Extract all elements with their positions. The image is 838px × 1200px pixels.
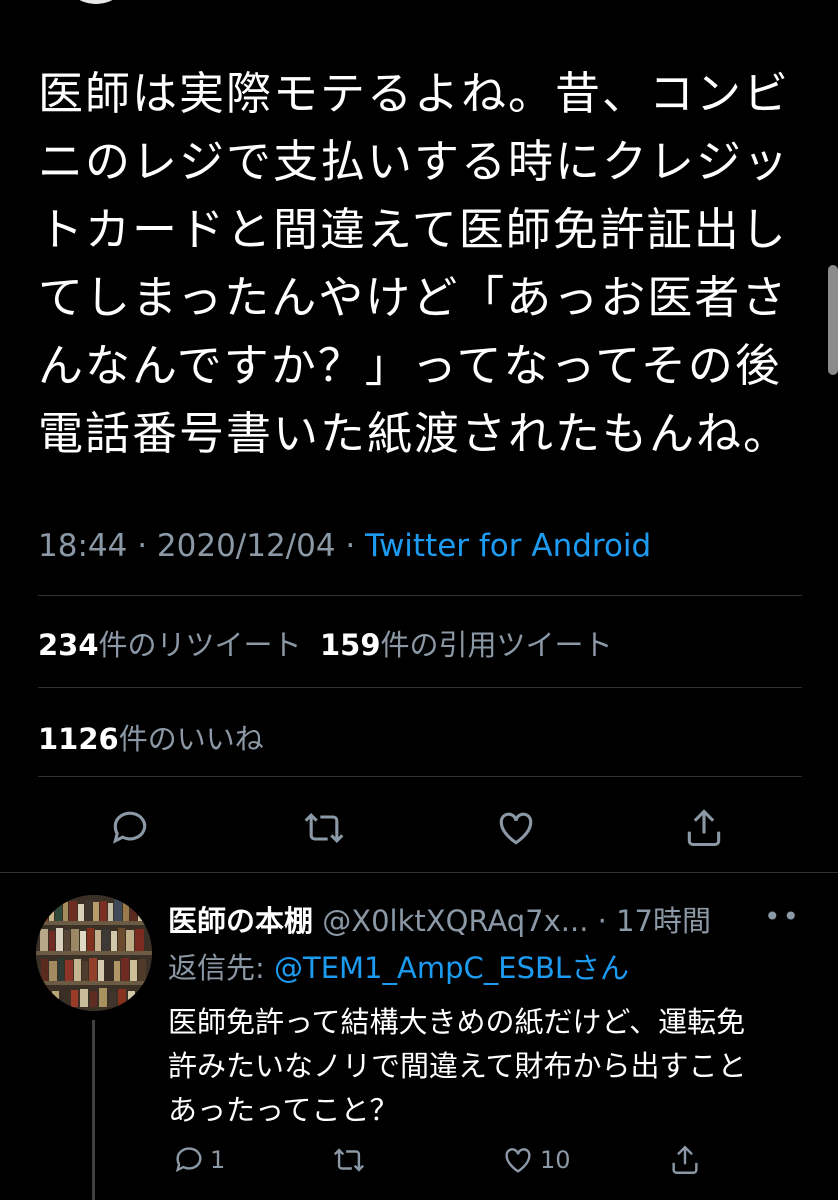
reply-to-mention[interactable]: @TEM1_AmpC_ESBLさん bbox=[274, 951, 629, 985]
divider bbox=[38, 595, 802, 596]
reply-line: 医師免許って結構大きめの紙だけど、運転免 bbox=[168, 1005, 746, 1039]
thread-line bbox=[92, 1020, 95, 1200]
share-icon bbox=[672, 1145, 698, 1174]
reply-text: 医師免許って結構大きめの紙だけど、運転免 許みたいなノリで間違えて財布から出すこ… bbox=[168, 1000, 808, 1132]
retweet-icon bbox=[304, 812, 344, 844]
retweet-stats[interactable]: 234件のリツイート 159件の引用ツイート bbox=[38, 622, 613, 664]
reply-time: · 17時間 bbox=[588, 904, 712, 938]
author-avatar[interactable] bbox=[60, 0, 132, 4]
divider bbox=[38, 776, 802, 777]
tweet-line: 電話番号書いた紙渡されたもんね。 bbox=[38, 407, 791, 460]
tweet-meta: 18:44 · 2020/12/04 · Twitter for Android bbox=[38, 528, 651, 564]
reply-author-handle[interactable]: @X0lktXQRAq7x... bbox=[313, 904, 588, 938]
retweet-button[interactable] bbox=[296, 800, 352, 856]
like-icon bbox=[499, 812, 533, 845]
reply-reply-button[interactable]: 1 bbox=[172, 1140, 225, 1180]
tweet-timestamp: 18:44 · 2020/12/04 · bbox=[38, 528, 366, 564]
reply-to-label: 返信先: bbox=[168, 951, 274, 985]
reply-icon bbox=[112, 811, 147, 844]
like-button[interactable] bbox=[488, 800, 544, 856]
tweet-action-bar bbox=[0, 800, 838, 860]
reply-retweet-button[interactable] bbox=[330, 1140, 368, 1180]
share-icon bbox=[687, 809, 721, 847]
like-label: 件のいいね bbox=[118, 722, 264, 756]
retweet-label: 件のリツイート bbox=[98, 628, 302, 662]
reply-button[interactable] bbox=[102, 800, 158, 856]
like-count: 1126 bbox=[38, 722, 119, 756]
reply-reply-count: 1 bbox=[210, 1146, 226, 1174]
tweet-line: んなんですか？」ってなってその後 bbox=[38, 339, 782, 392]
reply-like-button[interactable]: 10 bbox=[500, 1140, 571, 1180]
reply-line: あったってこと？ bbox=[168, 1093, 399, 1127]
like-stats[interactable]: 1126件のいいね bbox=[38, 716, 264, 758]
reply-like-count: 10 bbox=[540, 1146, 571, 1174]
quote-count: 159 bbox=[320, 628, 381, 662]
tweet-line: てしまったんやけど「あっお医者さ bbox=[38, 271, 789, 324]
reply-header: 医師の本棚 @X0lktXQRAq7x... · 17時間 bbox=[168, 898, 711, 940]
retweet-icon bbox=[333, 1148, 365, 1172]
reply-avatar[interactable] bbox=[36, 895, 152, 1011]
reply-line: 許みたいなノリで間違えて財布から出すこと bbox=[168, 1049, 747, 1083]
tweet-line: ニのレジで支払いする時にクレジッ bbox=[38, 135, 791, 188]
divider bbox=[38, 687, 802, 688]
reply-icon bbox=[175, 1147, 202, 1173]
reply-share-button[interactable] bbox=[668, 1140, 702, 1180]
divider bbox=[0, 872, 838, 873]
share-button[interactable] bbox=[676, 800, 732, 856]
tweet-text: 医師は実際モテるよね。昔、コンビ ニのレジで支払いする時にクレジッ トカードと間… bbox=[38, 60, 798, 468]
more-options-icon[interactable]: •• bbox=[764, 900, 801, 933]
like-icon bbox=[505, 1148, 531, 1173]
tweet-line: 医師は実際モテるよね。昔、コンビ bbox=[38, 67, 791, 120]
scrollbar-thumb[interactable] bbox=[828, 265, 838, 375]
bookshelf-avatar-image bbox=[36, 895, 152, 1011]
tweet-source-link[interactable]: Twitter for Android bbox=[365, 528, 651, 564]
reply-to: 返信先: @TEM1_AmpC_ESBLさん bbox=[168, 945, 629, 987]
tweet-line: トカードと間違えて医師免許証出し bbox=[38, 203, 788, 256]
quote-label: 件の引用ツイート bbox=[380, 628, 613, 662]
retweet-count: 234 bbox=[38, 628, 99, 662]
reply-author-name[interactable]: 医師の本棚 bbox=[168, 904, 313, 938]
